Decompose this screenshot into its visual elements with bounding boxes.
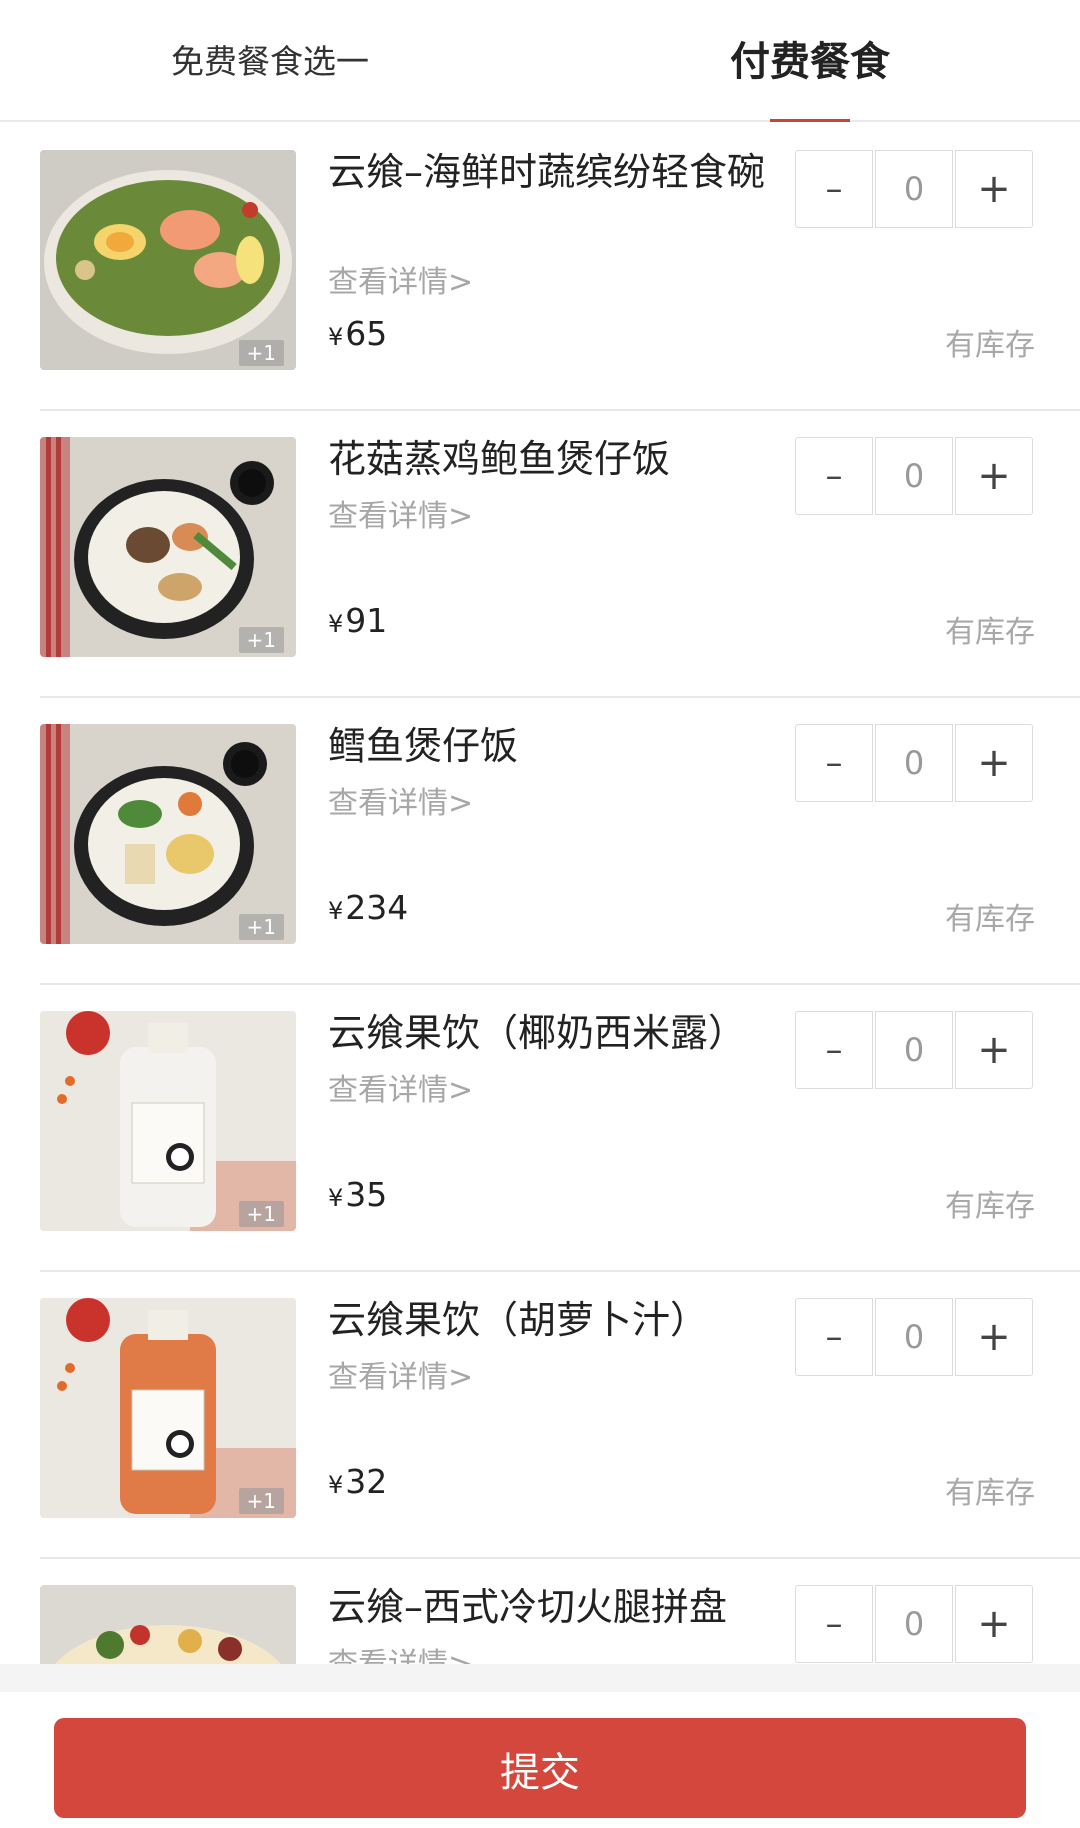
submit-button[interactable]: 提交 (54, 1718, 1026, 1818)
product-list[interactable]: +1 云飨–海鲜时蔬缤纷轻食碗 查看详情> ¥65 有库存 – 0 + +1 花… (0, 122, 1080, 1664)
tab-paid-meal[interactable]: 付费餐食 (540, 0, 1080, 122)
tab-free-meal[interactable]: 免费餐食选一 (0, 0, 540, 120)
quantity-stepper: – 0 + (795, 1585, 1035, 1664)
product-price: ¥35 (328, 1175, 388, 1214)
increase-button[interactable]: + (955, 1585, 1033, 1663)
view-details-link[interactable]: 查看详情> (328, 491, 473, 535)
list-item: 云飨–西式冷切火腿拼盘 查看详情> – 0 + (40, 1557, 1080, 1664)
stock-status: 有库存 (945, 902, 1035, 937)
quantity-value[interactable]: 0 (875, 150, 953, 228)
list-item: +1 鳕鱼煲仔饭 查看详情> ¥234 有库存 – 0 + (40, 696, 1080, 985)
increase-button[interactable]: + (955, 724, 1033, 802)
product-price: ¥32 (328, 1462, 388, 1501)
image-count-badge: +1 (238, 1488, 284, 1514)
product-image-mushroom-chicken-claypot[interactable]: +1 (40, 437, 296, 657)
image-count-badge: +1 (238, 627, 284, 653)
quantity-value[interactable]: 0 (875, 1011, 953, 1089)
view-details-link[interactable]: 查看详情> (328, 1352, 473, 1396)
product-image-ham-platter[interactable] (40, 1585, 296, 1664)
increase-button[interactable]: + (955, 437, 1033, 515)
decrease-button[interactable]: – (795, 724, 873, 802)
quantity-value[interactable]: 0 (875, 724, 953, 802)
list-item: +1 云飨果饮（椰奶西米露） 查看详情> ¥35 有库存 – 0 + (40, 983, 1080, 1272)
increase-button[interactable]: + (955, 150, 1033, 228)
decrease-button[interactable]: – (795, 1585, 873, 1663)
footer-separator (0, 1664, 1080, 1692)
image-count-badge: +1 (238, 340, 284, 366)
quantity-value[interactable]: 0 (875, 1585, 953, 1663)
product-image-carrot-juice[interactable]: +1 (40, 1298, 296, 1518)
quantity-stepper: – 0 + (795, 150, 1035, 230)
stock-status: 有库存 (945, 1476, 1035, 1511)
quantity-stepper: – 0 + (795, 437, 1035, 517)
quantity-value[interactable]: 0 (875, 437, 953, 515)
product-price: ¥91 (328, 601, 388, 640)
view-details-link[interactable]: 查看详情> (328, 1639, 473, 1664)
product-name[interactable]: 花菇蒸鸡鲍鱼煲仔饭 (328, 431, 768, 487)
list-item: +1 云飨果饮（胡萝卜汁） 查看详情> ¥32 有库存 – 0 + (40, 1270, 1080, 1559)
product-name[interactable]: 云飨–海鲜时蔬缤纷轻食碗 (328, 144, 768, 200)
product-name[interactable]: 云飨–西式冷切火腿拼盘 (328, 1579, 768, 1635)
product-price: ¥65 (328, 314, 388, 353)
product-name[interactable]: 鳕鱼煲仔饭 (328, 718, 768, 774)
quantity-stepper: – 0 + (795, 1011, 1035, 1091)
product-name[interactable]: 云飨果饮（胡萝卜汁） (328, 1292, 768, 1348)
increase-button[interactable]: + (955, 1298, 1033, 1376)
stock-status: 有库存 (945, 615, 1035, 650)
product-image-seafood-bowl[interactable]: +1 (40, 150, 296, 370)
product-price: ¥234 (328, 888, 409, 927)
list-item: +1 花菇蒸鸡鲍鱼煲仔饭 查看详情> ¥91 有库存 – 0 + (40, 409, 1080, 698)
product-image-cod-claypot[interactable]: +1 (40, 724, 296, 944)
image-count-badge: +1 (238, 914, 284, 940)
product-name[interactable]: 云飨果饮（椰奶西米露） (328, 1005, 768, 1061)
decrease-button[interactable]: – (795, 1298, 873, 1376)
quantity-stepper: – 0 + (795, 724, 1035, 804)
decrease-button[interactable]: – (795, 437, 873, 515)
increase-button[interactable]: + (955, 1011, 1033, 1089)
stock-status: 有库存 (945, 1189, 1035, 1224)
tab-bar: 免费餐食选一 付费餐食 (0, 0, 1080, 122)
stock-status: 有库存 (945, 328, 1035, 363)
tab-paid-label: 付费餐食 (730, 39, 890, 85)
quantity-value[interactable]: 0 (875, 1298, 953, 1376)
view-details-link[interactable]: 查看详情> (328, 257, 473, 301)
decrease-button[interactable]: – (795, 1011, 873, 1089)
list-item: +1 云飨–海鲜时蔬缤纷轻食碗 查看详情> ¥65 有库存 – 0 + (40, 122, 1080, 411)
quantity-stepper: – 0 + (795, 1298, 1035, 1378)
view-details-link[interactable]: 查看详情> (328, 778, 473, 822)
image-count-badge: +1 (238, 1201, 284, 1227)
view-details-link[interactable]: 查看详情> (328, 1065, 473, 1109)
product-image-coconut-sago-drink[interactable]: +1 (40, 1011, 296, 1231)
decrease-button[interactable]: – (795, 150, 873, 228)
